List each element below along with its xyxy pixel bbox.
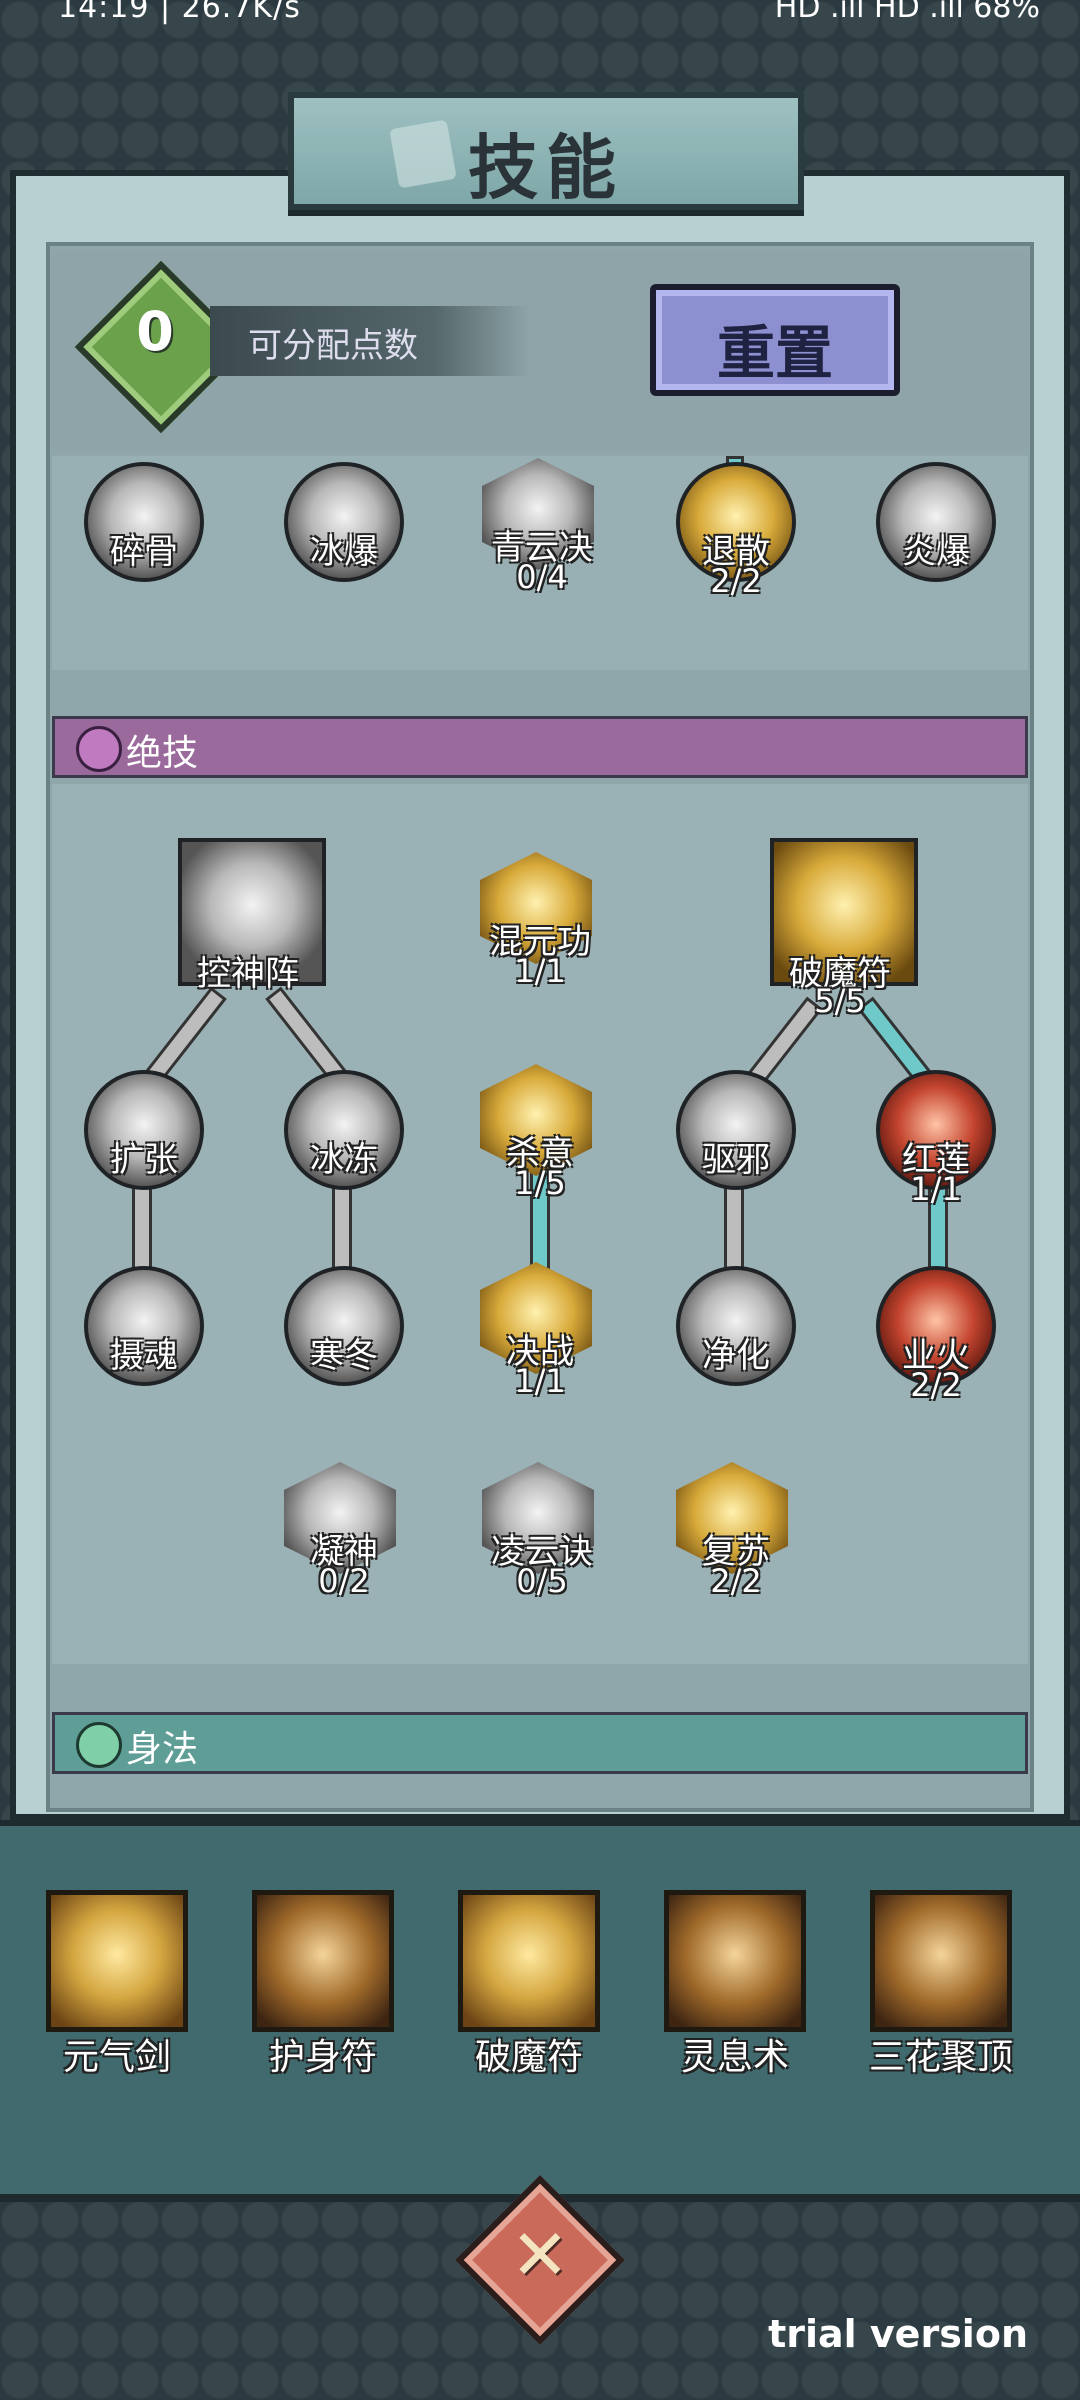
section-bar-ultimate	[52, 716, 1028, 778]
skill-count: 1/5	[514, 1164, 566, 1202]
points-value: 0	[136, 300, 174, 363]
skill-node-lingyunjue[interactable]: 凌云诀 0/5	[482, 1462, 602, 1600]
skill-label: 控神阵	[197, 954, 299, 994]
skill-node-kongshenzhen[interactable]: 控神阵	[178, 838, 326, 994]
skill-node-yehuo[interactable]: 业火 2/2	[876, 1266, 996, 1404]
skill-label: 炎爆	[902, 532, 970, 572]
skill-node-shayi[interactable]: 杀意 1/5	[480, 1064, 600, 1202]
skill-node-jinghua[interactable]: 净化	[676, 1266, 796, 1386]
points-label: 可分配点数	[248, 326, 418, 366]
skill-count: 1/1	[514, 1362, 566, 1400]
flame-swirl-icon	[76, 726, 122, 772]
skill-node-qingyunjue[interactable]: 青云决 0/4	[482, 458, 602, 596]
equipped-label: 护身符	[268, 2037, 377, 2078]
equipped-sanhuajuding-icon[interactable]	[870, 1890, 1012, 2032]
equipped-pomofu-icon[interactable]	[458, 1890, 600, 2032]
skill-label: 冰爆	[310, 532, 378, 572]
status-time: 14:19 | 26.7K/s	[58, 0, 301, 25]
skill-node-fusu[interactable]: 复苏 2/2	[676, 1462, 796, 1600]
section-bar-movement	[52, 1712, 1028, 1774]
status-bar: 14:19 | 26.7K/s HD .ıll HD .ıll 68%	[0, 0, 1080, 34]
skill-label: 冰冻	[310, 1140, 378, 1180]
skill-node-ningshen[interactable]: 凝神 0/2	[284, 1462, 404, 1600]
equipped-hushenfu-icon[interactable]	[252, 1890, 394, 2032]
title-banner: 技能	[288, 92, 804, 210]
skill-node-handong[interactable]: 寒冬	[284, 1266, 404, 1386]
equipped-label: 三花聚顶	[868, 2037, 1013, 2078]
skill-node-shehun[interactable]: 摄魂	[84, 1266, 204, 1386]
section-title-ultimate: 绝技	[126, 733, 199, 774]
skill-count: 5/5	[814, 982, 866, 1020]
reset-button[interactable]: 重置	[650, 284, 900, 396]
page-title: 技能	[468, 127, 624, 209]
skill-count: 0/2	[318, 1562, 370, 1600]
skill-label: 碎骨	[110, 532, 178, 572]
skill-node-quxie[interactable]: 驱邪	[676, 1070, 796, 1190]
skill-node-bingdong[interactable]: 冰冻	[284, 1070, 404, 1190]
skill-node-kuozhang[interactable]: 扩张	[84, 1070, 204, 1190]
skill-label: 扩张	[110, 1140, 178, 1180]
skill-node-tuisan[interactable]: 退散 2/2	[676, 462, 796, 600]
equipped-label: 破魔符	[474, 2037, 583, 2078]
skill-node-pomofu[interactable]: 破魔符 5/5	[770, 838, 918, 1020]
skill-count: 0/5	[516, 1562, 568, 1600]
skill-label: 驱邪	[702, 1140, 770, 1180]
skill-count: 2/2	[710, 1562, 762, 1600]
status-indicators: HD .ıll HD .ıll 68%	[774, 0, 1040, 25]
skill-count: 1/1	[910, 1170, 962, 1208]
equipped-label: 灵息术	[680, 2037, 789, 2078]
skill-count: 1/1	[514, 952, 566, 990]
skill-node-juezhan[interactable]: 决战 1/1	[480, 1262, 600, 1400]
equipped-lingxishu-icon[interactable]	[664, 1890, 806, 2032]
skill-label: 净化	[702, 1336, 770, 1376]
equipped-label: 元气剑	[62, 2037, 171, 2078]
skill-count: 2/2	[910, 1366, 962, 1404]
skill-node-hunyuangong[interactable]: 混元功 1/1	[480, 852, 600, 990]
skill-node-bingbao[interactable]: 冰爆	[284, 462, 404, 582]
reset-label: 重置	[716, 319, 833, 387]
trial-watermark: trial version	[768, 2312, 1028, 2356]
skill-count: 0/4	[516, 558, 568, 596]
close-icon: ✕	[510, 2214, 570, 2296]
skill-node-honglian[interactable]: 红莲 1/1	[876, 1070, 996, 1208]
skill-label: 寒冬	[310, 1336, 378, 1376]
skill-count: 2/2	[710, 562, 762, 600]
equipped-yuanqijian-icon[interactable]	[46, 1890, 188, 2032]
section-title-movement: 身法	[126, 1729, 199, 1770]
leaf-swirl-icon	[76, 1722, 122, 1768]
skill-node-yanbao[interactable]: 炎爆	[876, 462, 996, 582]
skill-node-sugu[interactable]: 碎骨	[84, 462, 204, 582]
skill-label: 摄魂	[110, 1336, 178, 1376]
